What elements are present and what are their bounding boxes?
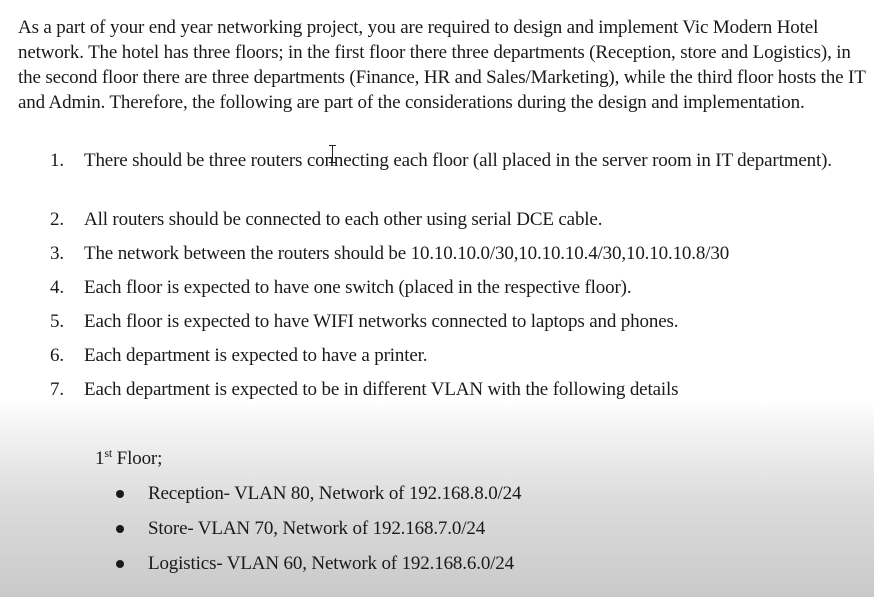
department-text: Store- VLAN 70, Network of 192.168.7.0/2… <box>148 518 486 539</box>
list-item: 5. Each floor is expected to have WIFI n… <box>0 309 874 334</box>
bullet-icon <box>116 490 124 498</box>
list-item-text: Each floor is expected to have WIFI netw… <box>84 311 679 332</box>
intro-paragraph: As a part of your end year networking pr… <box>18 17 866 113</box>
list-item-text: Each department is expected to be in dif… <box>84 379 679 400</box>
list-item: 6. Each department is expected to have a… <box>0 343 874 368</box>
department-text: Logistics- VLAN 60, Network of 192.168.6… <box>148 553 515 574</box>
bullet-icon <box>116 525 124 533</box>
list-item-text: Each department is expected to have a pr… <box>84 345 428 366</box>
document-page: As a part of your end year networking pr… <box>0 0 874 597</box>
floor-label: Floor; <box>112 448 163 469</box>
list-item: 7. Each department is expected to be in … <box>0 377 874 402</box>
list-number: 5. <box>50 311 64 332</box>
list-item: Logistics- VLAN 60, Network of 192.168.6… <box>0 551 521 576</box>
list-item: Store- VLAN 70, Network of 192.168.7.0/2… <box>0 516 521 541</box>
floor-departments-list: Reception- VLAN 80, Network of 192.168.8… <box>0 481 522 586</box>
list-number: 4. <box>50 277 64 298</box>
bullet-icon <box>116 560 124 568</box>
floor-ordinal: 1 <box>95 448 105 469</box>
list-number: 1. <box>50 150 64 171</box>
text-cursor-icon <box>329 144 337 164</box>
list-number: 6. <box>50 345 64 366</box>
list-number: 3. <box>50 243 64 264</box>
list-item-text: All routers should be connected to each … <box>84 209 603 230</box>
list-item: 1. There should be three routers connect… <box>0 148 874 198</box>
list-item: 2. All routers should be connected to ea… <box>0 207 874 232</box>
list-item-text: The network between the routers should b… <box>84 243 730 264</box>
list-number: 7. <box>50 379 64 400</box>
list-item: 3. The network between the routers shoul… <box>0 241 874 266</box>
floor-ordinal-suffix: st <box>104 446 113 460</box>
department-text: Reception- VLAN 80, Network of 192.168.8… <box>148 483 522 504</box>
list-item: Reception- VLAN 80, Network of 192.168.8… <box>0 481 522 506</box>
list-item-text: There should be three routers connecting… <box>84 150 832 171</box>
floor-heading: 1st Floor; <box>95 446 162 471</box>
list-item: 4. Each floor is expected to have one sw… <box>0 275 874 300</box>
requirements-list: 1. There should be three routers connect… <box>0 148 874 402</box>
list-item-text: Each floor is expected to have one switc… <box>84 277 632 298</box>
list-number: 2. <box>50 209 64 230</box>
